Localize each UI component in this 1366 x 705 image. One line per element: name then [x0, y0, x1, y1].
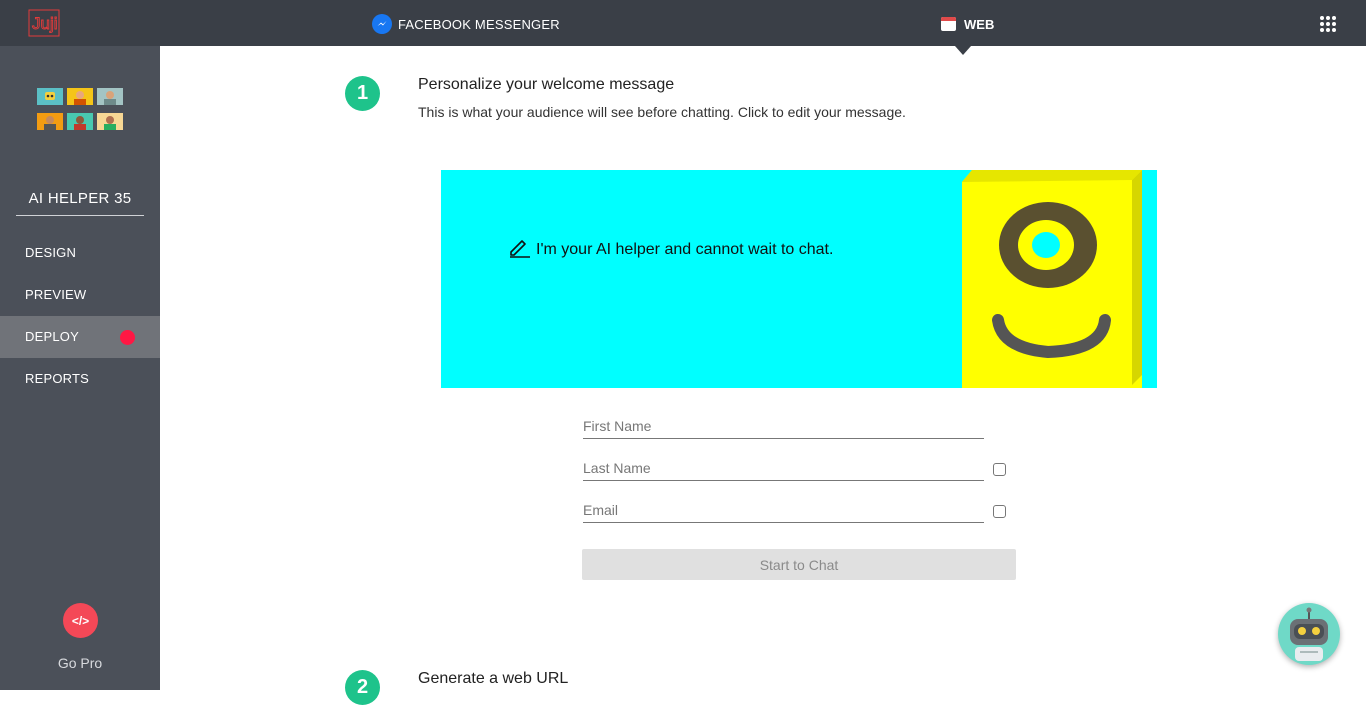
first-name-input[interactable] [583, 415, 984, 437]
tab-facebook-messenger-label: FACEBOOK MESSENGER [398, 16, 560, 32]
sidebar-item-label: REPORTS [25, 371, 90, 386]
pencil-icon [508, 236, 530, 263]
active-tab-pointer [955, 46, 971, 55]
sidebar-item-reports[interactable]: REPORTS [0, 358, 160, 400]
sidebar-item-design[interactable]: DESIGN [0, 232, 160, 274]
last-name-input[interactable] [583, 457, 984, 479]
sidebar-item-label: DEPLOY [25, 329, 79, 344]
last-name-checkbox[interactable] [993, 463, 1006, 476]
status-dot [120, 330, 135, 345]
step-1-badge: 1 [345, 76, 380, 111]
tab-web[interactable]: WEB [941, 14, 994, 34]
sidebar: AI HELPER 35 DESIGN PREVIEW DEPLOY REPOR… [0, 46, 160, 690]
step-1-subtitle: This is what your audience will see befo… [418, 104, 906, 120]
sidebar-item-preview[interactable]: PREVIEW [0, 274, 160, 316]
sidebar-item-deploy[interactable]: DEPLOY [0, 316, 160, 358]
step-2-title: Generate a web URL [418, 670, 569, 687]
robot-illustration [962, 170, 1144, 388]
step-1-title: Personalize your welcome message [418, 76, 675, 93]
start-to-chat-button[interactable]: Start to Chat [582, 549, 1016, 580]
grid-icon[interactable] [1320, 16, 1336, 32]
welcome-message-text: I'm your AI helper and cannot wait to ch… [536, 240, 834, 258]
sidebar-item-label: DESIGN [25, 245, 77, 260]
tab-facebook-messenger[interactable]: FACEBOOK MESSENGER [372, 14, 560, 34]
bot-name: AI HELPER 35 [16, 190, 144, 216]
messenger-icon [372, 14, 392, 34]
welcome-message[interactable]: I'm your AI helper and cannot wait to ch… [508, 236, 833, 263]
avatar [37, 113, 63, 130]
first-name-field[interactable] [583, 415, 984, 439]
calendar-icon [941, 17, 956, 31]
tab-web-label: WEB [964, 16, 995, 32]
email-field[interactable] [583, 499, 984, 523]
code-icon[interactable]: </> [63, 603, 98, 638]
sidebar-item-label: PREVIEW [25, 287, 87, 302]
chat-bot-launcher[interactable] [1278, 603, 1340, 665]
avatar [97, 113, 123, 130]
go-pro-link[interactable]: Go Pro [0, 655, 160, 671]
step-2-badge: 2 [345, 670, 380, 705]
avatar [97, 88, 123, 105]
email-checkbox[interactable] [993, 505, 1006, 518]
top-bar: Juji FACEBOOK MESSENGER WEB [0, 0, 1366, 46]
email-input[interactable] [583, 499, 984, 521]
avatar [67, 113, 93, 130]
avatar [37, 88, 63, 105]
juji-logo[interactable]: Juji [28, 8, 62, 38]
team-avatars [37, 88, 125, 132]
robot-icon [1290, 607, 1328, 661]
svg-text:Juji: Juji [32, 14, 58, 33]
avatar [67, 88, 93, 105]
last-name-field[interactable] [583, 457, 984, 481]
